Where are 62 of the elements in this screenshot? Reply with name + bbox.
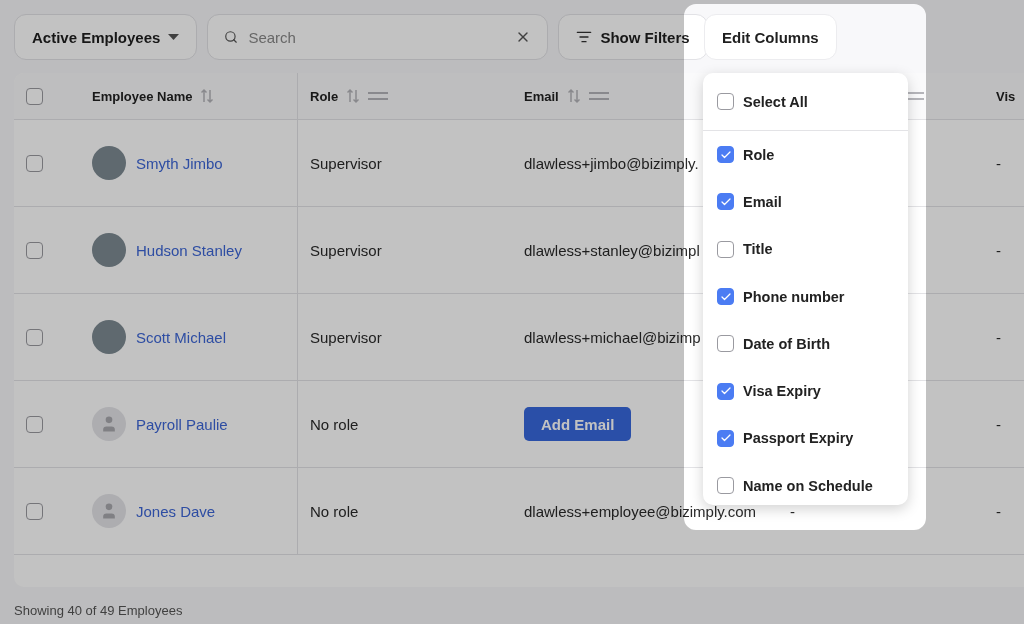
email-text: dlawless+stanley@bizimpl: [524, 241, 700, 259]
table-cell: -: [996, 415, 1001, 433]
checkbox[interactable]: [26, 328, 43, 346]
column-header: Vis: [996, 88, 1016, 104]
employee-name-link[interactable]: Jones Dave: [136, 502, 216, 520]
checkbox[interactable]: [26, 241, 43, 259]
role-text: No role: [310, 502, 359, 520]
column-option[interactable]: Title: [703, 225, 908, 273]
checkbox[interactable]: [26, 87, 43, 105]
drag-handle-icon[interactable]: [588, 92, 609, 100]
checkbox[interactable]: [26, 154, 43, 172]
employee-name-link[interactable]: Scott Michael: [136, 328, 227, 346]
email-text: dlawless+employee@bizimply.com: [524, 502, 757, 520]
role-text: Supervisor: [310, 154, 382, 172]
role-text: Supervisor: [310, 328, 382, 346]
edit-columns-button[interactable]: Edit Columns: [704, 14, 837, 60]
drag-handle-icon[interactable]: [368, 92, 389, 100]
checkbox[interactable]: [26, 415, 43, 433]
select-all-option[interactable]: Select All: [703, 73, 908, 131]
checkbox[interactable]: [717, 288, 734, 306]
sort-icon[interactable]: [346, 88, 361, 104]
column-header: Employee Name: [92, 88, 193, 104]
checkbox[interactable]: [26, 502, 43, 520]
search-field[interactable]: Search: [207, 14, 549, 60]
checkbox[interactable]: [717, 146, 734, 164]
column-header: Role: [310, 88, 339, 104]
filter-icon: [576, 29, 593, 45]
employee-name-link[interactable]: Hudson Stanley: [136, 241, 242, 259]
email-text: dlawless+michael@bizimp: [524, 328, 701, 346]
checkbox[interactable]: [717, 477, 734, 495]
checkbox[interactable]: [717, 335, 734, 353]
role-text: No role: [310, 415, 359, 433]
show-filters-button[interactable]: Show Filters: [558, 14, 708, 60]
email-text: dlawless+jimbo@bizimply.: [524, 154, 699, 172]
checkbox[interactable]: [717, 93, 734, 110]
table-cell: -: [996, 241, 1001, 259]
checkbox[interactable]: [717, 193, 734, 211]
column-option[interactable]: Visa Expiry: [703, 367, 908, 415]
column-option[interactable]: Passport Expiry: [703, 414, 908, 463]
employee-count: Showing 40 of 49 Employees: [14, 603, 184, 618]
checkbox[interactable]: [717, 429, 734, 447]
sort-icon[interactable]: [200, 88, 215, 104]
view-select[interactable]: Active Employees: [14, 14, 198, 60]
table-cell: -: [790, 502, 795, 520]
search-icon: [224, 30, 239, 44]
employee-name-link[interactable]: Payroll Paulie: [136, 415, 228, 433]
checkbox[interactable]: [717, 382, 734, 400]
caret-icon: [168, 34, 180, 40]
add-email-button[interactable]: Add Email: [524, 407, 632, 441]
table-cell: -: [996, 154, 1001, 172]
checkbox[interactable]: [717, 240, 734, 258]
employee-name-link[interactable]: Smyth Jimbo: [136, 154, 223, 172]
column-option[interactable]: Role: [703, 131, 908, 179]
column-header: Email: [524, 88, 559, 104]
role-text: Supervisor: [310, 241, 382, 259]
search-input[interactable]: Search: [246, 27, 508, 47]
column-option[interactable]: Date of Birth: [703, 320, 908, 368]
column-option[interactable]: Phone number: [703, 272, 908, 321]
column-option[interactable]: Email: [703, 178, 908, 226]
sort-icon[interactable]: [566, 88, 581, 104]
table-cell: -: [996, 328, 1001, 346]
table-cell: -: [996, 502, 1001, 520]
